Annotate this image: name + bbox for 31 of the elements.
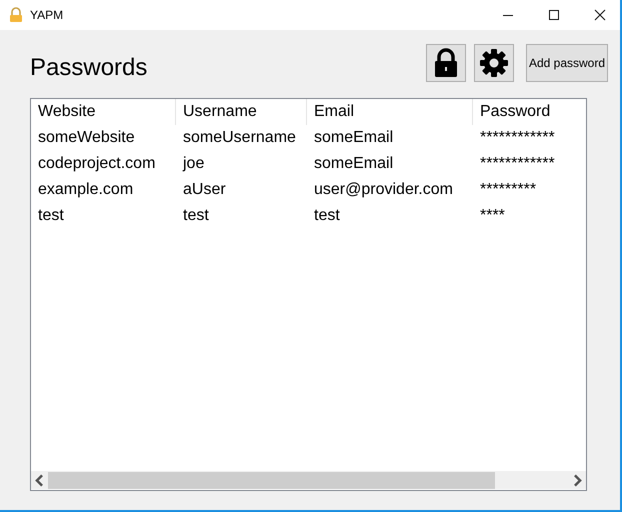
table-cell-text: aUser (182, 181, 227, 199)
close-icon[interactable] (594, 9, 606, 21)
table-cell-text: codeproject.com (37, 155, 156, 173)
column-header[interactable]: Email (307, 99, 473, 125)
table-cell-text: someEmail (313, 129, 394, 147)
table-cell-text: ********* (479, 181, 538, 199)
table-cell-text: user@provider.com (313, 181, 454, 199)
maximize-icon[interactable] (548, 9, 560, 21)
table-cell-text: ************ (479, 129, 556, 147)
add-password-button[interactable]: Add password (526, 44, 608, 82)
padlock-icon (434, 48, 458, 78)
column-header[interactable]: Password (473, 99, 586, 125)
lock-button[interactable] (426, 44, 466, 82)
settings-button[interactable] (474, 44, 514, 82)
table-cell-text: example.com (37, 181, 134, 199)
horizontal-scrollbar[interactable] (31, 471, 586, 489)
table-cell-text: test (313, 207, 341, 225)
table-cell-text: **** (479, 207, 506, 225)
page-heading: Passwords (30, 54, 148, 82)
padlock-icon (8, 7, 24, 23)
table-cell-text: test (182, 207, 210, 225)
scrollbar-thumb[interactable] (48, 472, 495, 488)
table-cell-text: ************ (479, 155, 556, 173)
column-header[interactable]: Username (176, 99, 307, 125)
table-cell-text: someUsername (182, 129, 297, 147)
table-cell-text: test (37, 207, 65, 225)
table-cell-text: someEmail (313, 155, 394, 173)
window-title: YAPM (30, 8, 64, 22)
column-header[interactable]: Website (31, 99, 176, 125)
table-cell-text: joe (182, 155, 206, 173)
table-cell-text: someWebsite (37, 129, 136, 147)
